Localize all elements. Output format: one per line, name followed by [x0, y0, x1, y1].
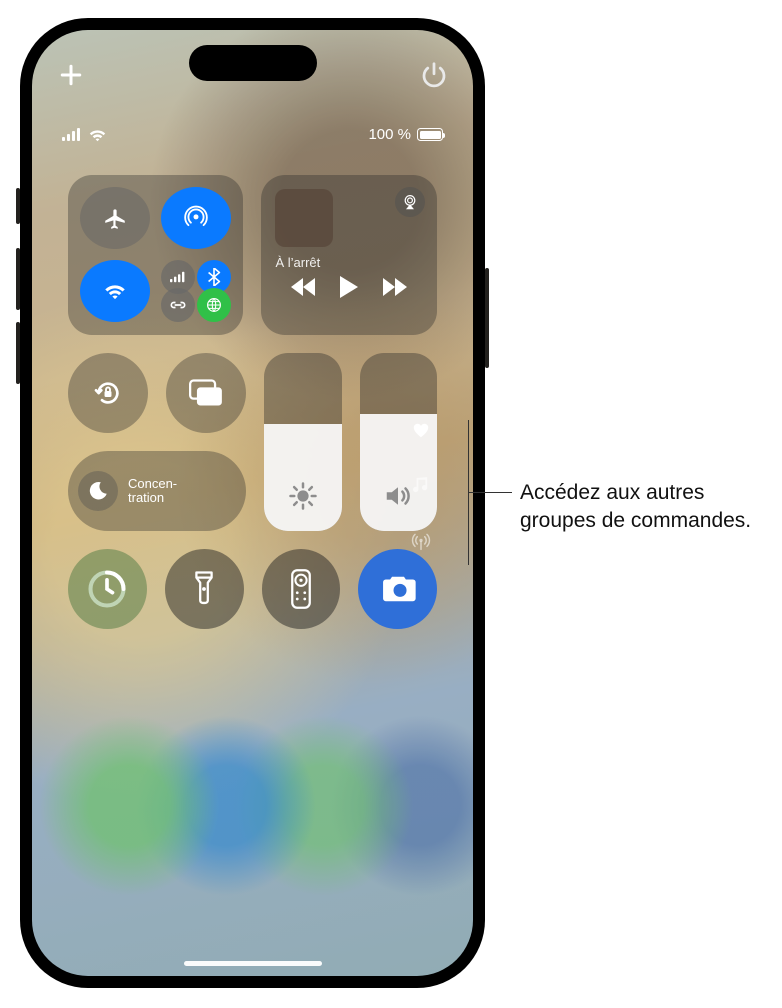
timer-button[interactable]	[68, 549, 147, 629]
focus-button[interactable]: Concen- tration	[68, 451, 246, 531]
album-art	[275, 189, 333, 247]
satellite-toggle[interactable]	[197, 288, 231, 322]
media-status: À l’arrêt	[275, 255, 423, 270]
airplane-mode-toggle[interactable]	[80, 187, 150, 249]
forward-button[interactable]	[383, 278, 407, 296]
callout-leader-h	[468, 492, 512, 493]
control-center-screen: 100 %	[32, 30, 473, 976]
moon-icon	[87, 480, 109, 502]
do-not-disturb-icon-wrap	[78, 471, 118, 511]
callout-text: Accédez aux autres groupes de commandes.	[520, 479, 760, 536]
page-favorites-icon[interactable]	[411, 420, 431, 440]
page-connectivity-icon[interactable]	[411, 532, 431, 552]
connectivity-expand[interactable]	[161, 260, 231, 322]
orientation-lock-icon	[92, 377, 124, 409]
power-icon	[419, 60, 449, 90]
airplay-button[interactable]	[395, 187, 425, 217]
cellular-mini-icon	[170, 271, 186, 283]
cellular-icon	[62, 128, 82, 141]
antenna-icon	[411, 533, 431, 551]
focus-label: Concen- tration	[128, 477, 177, 505]
rewind-button[interactable]	[291, 278, 315, 296]
brightness-icon	[288, 481, 318, 511]
page-music-icon[interactable]	[411, 476, 431, 496]
status-bar: 100 %	[62, 126, 443, 143]
wifi-toggle[interactable]	[80, 260, 150, 322]
timer-icon	[85, 567, 129, 611]
heart-icon	[412, 422, 430, 438]
group-navigator[interactable]	[411, 420, 431, 552]
camera-icon	[379, 574, 417, 604]
battery-icon	[417, 128, 443, 141]
airdrop-icon	[183, 205, 209, 231]
globe-icon	[205, 296, 223, 314]
personal-hotspot-toggle[interactable]	[161, 288, 195, 322]
dynamic-island	[189, 45, 317, 81]
volume-up-button	[16, 248, 20, 310]
wifi-icon	[88, 128, 107, 142]
side-button	[485, 268, 489, 368]
iphone-frame: 100 %	[20, 18, 485, 988]
plus-icon	[56, 60, 86, 90]
screen-mirroring-icon	[189, 379, 223, 407]
screen-mirroring-button[interactable]	[166, 353, 246, 433]
play-button[interactable]	[339, 276, 359, 298]
hotspot-icon	[168, 299, 188, 311]
airplane-icon	[102, 205, 128, 231]
volume-icon	[383, 481, 413, 511]
power-button[interactable]	[419, 60, 449, 90]
brightness-slider[interactable]	[264, 353, 342, 531]
battery-percent: 100 %	[368, 126, 411, 143]
orientation-lock-toggle[interactable]	[68, 353, 148, 433]
side-action-button	[16, 188, 20, 224]
media-tile[interactable]: À l’arrêt	[261, 175, 437, 335]
add-control-button[interactable]	[56, 60, 86, 90]
airplay-icon	[401, 194, 419, 210]
airdrop-toggle[interactable]	[161, 187, 231, 249]
music-note-icon	[413, 477, 429, 495]
apple-tv-remote-button[interactable]	[262, 549, 341, 629]
figure: 100 %	[0, 0, 782, 1008]
remote-icon	[290, 569, 312, 609]
volume-down-button	[16, 322, 20, 384]
home-indicator[interactable]	[184, 961, 322, 966]
connectivity-tile[interactable]	[68, 175, 243, 335]
bluetooth-icon	[207, 268, 221, 286]
wifi-toggle-icon	[102, 278, 128, 304]
flashlight-button[interactable]	[165, 549, 244, 629]
camera-button[interactable]	[358, 549, 437, 629]
flashlight-icon	[192, 570, 216, 608]
